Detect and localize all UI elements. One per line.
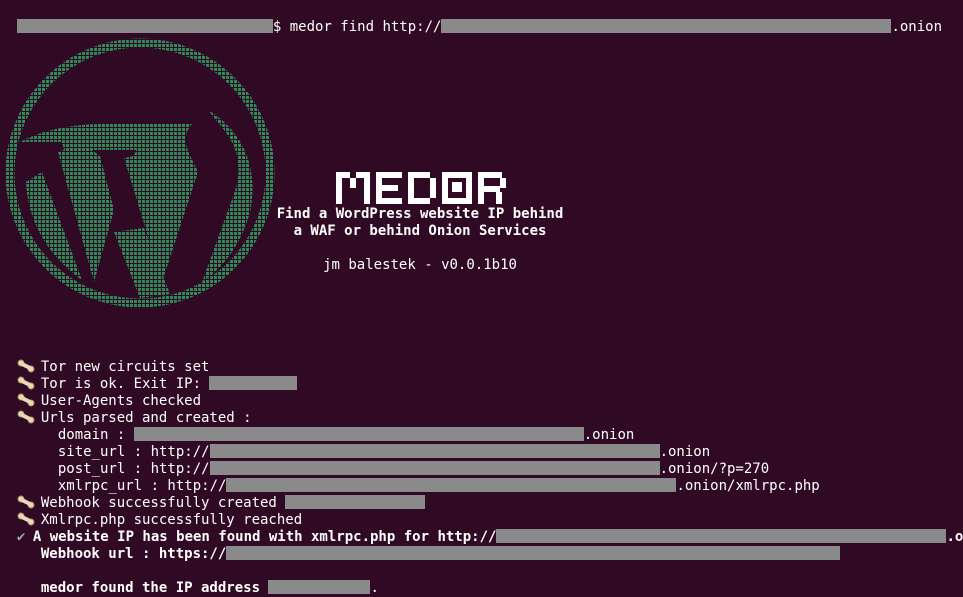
log-user-agents: User-Agents checked xyxy=(0,376,201,409)
log-tor-ok: Tor is ok. Exit IP: xyxy=(0,359,298,392)
webhook-url-label: Webhook url : https:// xyxy=(40,546,227,562)
wordpress-logo-icon xyxy=(5,38,275,308)
redacted-ip-address xyxy=(268,580,371,594)
log-ip-result: medor found the IP address . xyxy=(24,563,379,596)
log-webhook-created: Webhook successfully created xyxy=(0,478,426,511)
log-ip-found-notice: ✔ A website IP has been found with xmlrpc… xyxy=(0,512,963,545)
prompt-line: $ medor find http://.onion xyxy=(0,2,942,35)
prompt-suffix: .onion xyxy=(891,19,943,35)
found-suffix: .onion: xyxy=(946,529,963,545)
redacted-webhook-id xyxy=(285,495,426,509)
prompt-command: medor find http:// xyxy=(289,19,442,35)
redacted-exit-ip xyxy=(209,376,298,390)
log-urls-parsed: Urls parsed and created : xyxy=(0,393,252,426)
log-tor-circuits: Tor new circuits set xyxy=(0,342,209,375)
log-domain: domain : .onion xyxy=(41,410,634,443)
author-version: jm balestek - v0.0.1b10 xyxy=(323,257,517,273)
redacted-webhook-url xyxy=(226,546,841,560)
bone-icon xyxy=(17,410,35,424)
tagline-line-2: a WAF or behind Onion Services xyxy=(293,223,547,239)
log-webhook-url: Webhook url : https:// xyxy=(24,529,841,562)
log-post-url: post_url : http://.onion/?p=270 xyxy=(41,444,769,477)
log-xmlrpc-reached: Xmlrpc.php successfully reached xyxy=(0,495,302,528)
ip-found-end: . xyxy=(370,580,379,596)
ip-found-text: medor found the IP address xyxy=(40,580,261,596)
log-xmlrpc-url: xmlrpc_url : http://.onion/xmlrpc.php xyxy=(41,461,820,494)
log-site-url: site_url : http://.onion xyxy=(41,427,710,460)
redacted-target-host xyxy=(441,19,892,33)
redacted-user-host xyxy=(16,19,273,33)
tagline-line-1: Find a WordPress website IP behind xyxy=(276,206,564,222)
medor-title-logo xyxy=(336,172,506,204)
xmlrpc-url-suffix: .onion/xmlrpc.php xyxy=(676,478,820,494)
